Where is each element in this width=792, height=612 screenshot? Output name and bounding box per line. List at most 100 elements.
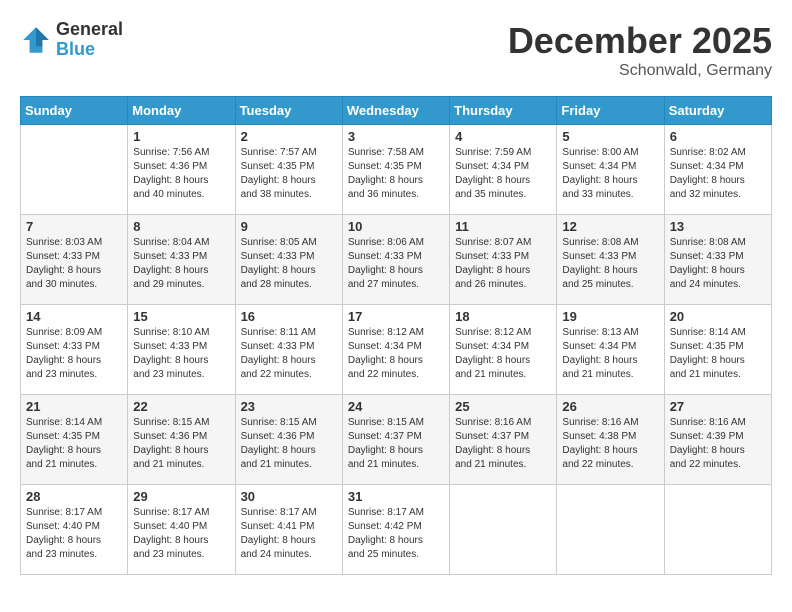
calendar-cell: 23 Sunrise: 8:15 AMSunset: 4:36 PMDayligh… <box>235 395 342 485</box>
day-number: 15 <box>133 309 229 324</box>
day-number: 9 <box>241 219 337 234</box>
calendar-cell: 28 Sunrise: 8:17 AMSunset: 4:40 PMDayligh… <box>21 485 128 575</box>
day-info: Sunrise: 8:14 AMSunset: 4:35 PMDaylight:… <box>26 416 122 472</box>
day-info: Sunrise: 8:13 AMSunset: 4:34 PMDaylight:… <box>562 326 658 382</box>
day-info: Sunrise: 8:08 AMSunset: 4:33 PMDaylight:… <box>670 236 766 292</box>
day-number: 8 <box>133 219 229 234</box>
calendar-cell: 8 Sunrise: 8:04 AMSunset: 4:33 PMDaylight… <box>128 215 235 305</box>
calendar-cell: 20 Sunrise: 8:14 AMSunset: 4:35 PMDayligh… <box>664 305 771 395</box>
day-info: Sunrise: 8:12 AMSunset: 4:34 PMDaylight:… <box>348 326 444 382</box>
day-info: Sunrise: 8:15 AMSunset: 4:36 PMDaylight:… <box>133 416 229 472</box>
calendar-cell: 26 Sunrise: 8:16 AMSunset: 4:38 PMDayligh… <box>557 395 664 485</box>
day-number: 27 <box>670 399 766 414</box>
calendar-cell: 30Sunrise: 8:17 AMSunset: 4:41 PMDayligh… <box>235 485 342 575</box>
calendar-week-row: 7 Sunrise: 8:03 AMSunset: 4:33 PMDaylight… <box>21 215 772 305</box>
day-number: 6 <box>670 129 766 144</box>
day-number: 23 <box>241 399 337 414</box>
month-title: December 2025 <box>508 20 772 62</box>
weekday-header-friday: Friday <box>557 97 664 125</box>
calendar-cell: 24 Sunrise: 8:15 AMSunset: 4:37 PMDayligh… <box>342 395 449 485</box>
title-block: December 2025 Schonwald, Germany <box>508 20 772 80</box>
calendar-cell: 1 Sunrise: 7:56 AMSunset: 4:36 PMDaylight… <box>128 125 235 215</box>
calendar-cell: 5 Sunrise: 8:00 AMSunset: 4:34 PMDaylight… <box>557 125 664 215</box>
weekday-header-saturday: Saturday <box>664 97 771 125</box>
day-number: 13 <box>670 219 766 234</box>
day-number: 4 <box>455 129 551 144</box>
day-number: 1 <box>133 129 229 144</box>
day-info: Sunrise: 8:12 AMSunset: 4:34 PMDaylight:… <box>455 326 551 382</box>
day-number: 5 <box>562 129 658 144</box>
calendar-cell: 7 Sunrise: 8:03 AMSunset: 4:33 PMDaylight… <box>21 215 128 305</box>
calendar-cell <box>450 485 557 575</box>
day-number: 10 <box>348 219 444 234</box>
calendar-cell: 4 Sunrise: 7:59 AMSunset: 4:34 PMDaylight… <box>450 125 557 215</box>
day-info: Sunrise: 8:17 AMSunset: 4:40 PMDaylight:… <box>133 506 229 562</box>
calendar-cell: 11Sunrise: 8:07 AMSunset: 4:33 PMDayligh… <box>450 215 557 305</box>
day-number: 16 <box>241 309 337 324</box>
calendar-week-row: 1 Sunrise: 7:56 AMSunset: 4:36 PMDaylight… <box>21 125 772 215</box>
day-info: Sunrise: 8:08 AMSunset: 4:33 PMDaylight:… <box>562 236 658 292</box>
day-info: Sunrise: 8:04 AMSunset: 4:33 PMDaylight:… <box>133 236 229 292</box>
calendar-cell: 12Sunrise: 8:08 AMSunset: 4:33 PMDayligh… <box>557 215 664 305</box>
calendar-cell: 22Sunrise: 8:15 AMSunset: 4:36 PMDayligh… <box>128 395 235 485</box>
calendar-cell: 10 Sunrise: 8:06 AMSunset: 4:33 PMDayligh… <box>342 215 449 305</box>
calendar-cell <box>557 485 664 575</box>
calendar-cell: 21Sunrise: 8:14 AMSunset: 4:35 PMDayligh… <box>21 395 128 485</box>
day-info: Sunrise: 8:05 AMSunset: 4:33 PMDaylight:… <box>241 236 337 292</box>
day-info: Sunrise: 8:14 AMSunset: 4:35 PMDaylight:… <box>670 326 766 382</box>
day-number: 2 <box>241 129 337 144</box>
weekday-header-tuesday: Tuesday <box>235 97 342 125</box>
calendar-table: SundayMondayTuesdayWednesdayThursdayFrid… <box>20 96 772 575</box>
day-number: 24 <box>348 399 444 414</box>
calendar-cell: 18 Sunrise: 8:12 AMSunset: 4:34 PMDayligh… <box>450 305 557 395</box>
location-subtitle: Schonwald, Germany <box>508 62 772 80</box>
calendar-cell: 27 Sunrise: 8:16 AMSunset: 4:39 PMDayligh… <box>664 395 771 485</box>
calendar-cell: 25 Sunrise: 8:16 AMSunset: 4:37 PMDayligh… <box>450 395 557 485</box>
day-number: 25 <box>455 399 551 414</box>
calendar-cell: 6Sunrise: 8:02 AMSunset: 4:34 PMDaylight… <box>664 125 771 215</box>
page-header: General Blue December 2025 Schonwald, Ge… <box>20 20 772 80</box>
day-info: Sunrise: 8:06 AMSunset: 4:33 PMDaylight:… <box>348 236 444 292</box>
weekday-header-wednesday: Wednesday <box>342 97 449 125</box>
day-number: 17 <box>348 309 444 324</box>
day-info: Sunrise: 8:03 AMSunset: 4:33 PMDaylight:… <box>26 236 122 292</box>
day-number: 28 <box>26 489 122 504</box>
calendar-cell: 3Sunrise: 7:58 AMSunset: 4:35 PMDaylight… <box>342 125 449 215</box>
logo-text: General Blue <box>56 20 123 60</box>
day-info: Sunrise: 8:00 AMSunset: 4:34 PMDaylight:… <box>562 146 658 202</box>
calendar-cell: 31Sunrise: 8:17 AMSunset: 4:42 PMDayligh… <box>342 485 449 575</box>
day-info: Sunrise: 7:57 AMSunset: 4:35 PMDaylight:… <box>241 146 337 202</box>
day-info: Sunrise: 8:15 AMSunset: 4:37 PMDaylight:… <box>348 416 444 472</box>
calendar-cell <box>21 125 128 215</box>
weekday-header-thursday: Thursday <box>450 97 557 125</box>
day-info: Sunrise: 8:07 AMSunset: 4:33 PMDaylight:… <box>455 236 551 292</box>
day-info: Sunrise: 7:56 AMSunset: 4:36 PMDaylight:… <box>133 146 229 202</box>
day-number: 29 <box>133 489 229 504</box>
day-info: Sunrise: 8:15 AMSunset: 4:36 PMDaylight:… <box>241 416 337 472</box>
day-info: Sunrise: 7:59 AMSunset: 4:34 PMDaylight:… <box>455 146 551 202</box>
day-number: 7 <box>26 219 122 234</box>
day-info: Sunrise: 8:11 AMSunset: 4:33 PMDaylight:… <box>241 326 337 382</box>
day-number: 20 <box>670 309 766 324</box>
day-number: 30 <box>241 489 337 504</box>
calendar-cell: 19 Sunrise: 8:13 AMSunset: 4:34 PMDayligh… <box>557 305 664 395</box>
calendar-week-row: 14Sunrise: 8:09 AMSunset: 4:33 PMDayligh… <box>21 305 772 395</box>
weekday-header-monday: Monday <box>128 97 235 125</box>
logo-icon <box>20 24 52 56</box>
logo: General Blue <box>20 20 123 60</box>
day-number: 19 <box>562 309 658 324</box>
day-number: 18 <box>455 309 551 324</box>
day-info: Sunrise: 8:09 AMSunset: 4:33 PMDaylight:… <box>26 326 122 382</box>
calendar-cell: 13 Sunrise: 8:08 AMSunset: 4:33 PMDayligh… <box>664 215 771 305</box>
day-info: Sunrise: 8:16 AMSunset: 4:39 PMDaylight:… <box>670 416 766 472</box>
calendar-cell: 2 Sunrise: 7:57 AMSunset: 4:35 PMDaylight… <box>235 125 342 215</box>
day-number: 3 <box>348 129 444 144</box>
logo-blue-text: Blue <box>56 40 123 60</box>
logo-general-text: General <box>56 20 123 40</box>
calendar-cell: 15 Sunrise: 8:10 AMSunset: 4:33 PMDayligh… <box>128 305 235 395</box>
day-info: Sunrise: 8:10 AMSunset: 4:33 PMDaylight:… <box>133 326 229 382</box>
day-info: Sunrise: 8:17 AMSunset: 4:40 PMDaylight:… <box>26 506 122 562</box>
day-info: Sunrise: 8:16 AMSunset: 4:37 PMDaylight:… <box>455 416 551 472</box>
day-info: Sunrise: 8:16 AMSunset: 4:38 PMDaylight:… <box>562 416 658 472</box>
day-number: 26 <box>562 399 658 414</box>
